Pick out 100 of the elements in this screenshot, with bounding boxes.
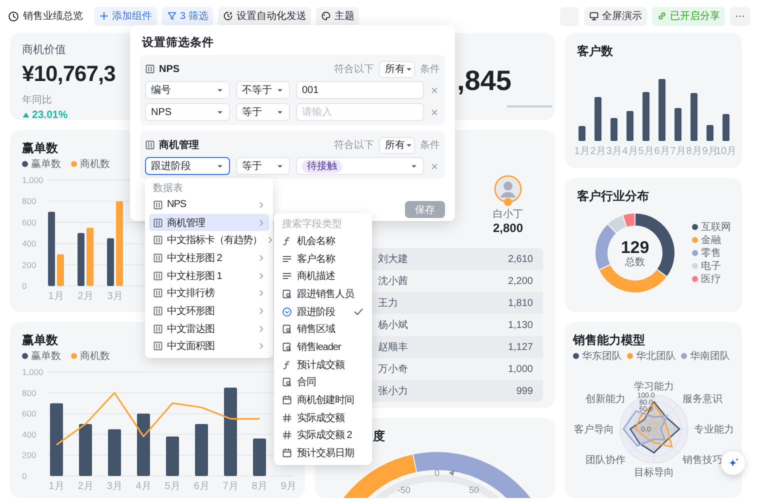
axis-tick-label: 0 [22,471,27,481]
search-field[interactable]: 搜索字段类型 [278,216,368,232]
calendar-icon [282,395,292,406]
name-cell-text: 沈小茜 [378,274,408,288]
bar [690,93,698,141]
value-field[interactable]: 001 [296,81,424,99]
score-cell: 2,200 [508,276,533,286]
menu-item[interactable]: 中文柱形图 2 [149,249,269,267]
name-cell-text: 王力 [378,296,398,310]
table-icon [153,218,163,228]
value-select[interactable]: 待接触 [296,157,424,175]
menu-item[interactable]: NPS [149,196,269,214]
score-cell: 999 [516,386,533,396]
change-value: 23.01% [32,109,68,120]
add-widget-button[interactable]: 添加组件 [94,6,157,26]
score-cell: 1,130 [508,320,533,330]
compare-label: 年同比 [22,95,52,107]
axis-label: 5月 [164,481,180,492]
lookup-field-icon [282,377,292,388]
fullscreen-button[interactable]: 全屏演示 [584,6,647,26]
automation-button[interactable]: 设置自动化发送 [218,6,312,26]
check-icon [353,306,364,318]
menu-item[interactable]: 实际成交额 2 [278,426,368,444]
menu-item[interactable]: 预计成交额 [278,356,368,374]
card-title: 客户数 [577,43,613,59]
menu-item[interactable]: 中文柱形图 1 [149,266,269,284]
bar [166,436,179,476]
text-field-icon [282,254,292,264]
menu-item[interactable]: 销售leader [278,338,368,356]
menu-item[interactable]: 跟进阶段 [278,302,368,320]
menu-item[interactable]: 中文排行榜 [149,284,269,302]
bar [626,111,634,141]
caret-icon [276,86,284,94]
menu-item[interactable]: 销售区域 [278,320,368,338]
match-select[interactable]: 所有 [379,60,415,78]
menu-item[interactable]: 中文环形图 [149,302,269,320]
axis-label: 1月 [48,291,64,302]
axis-tick-label: 1,000 [22,367,44,377]
axis-label: 6月 [194,481,210,492]
field-select[interactable]: NPS [145,103,230,121]
match-label: 条件 [420,139,440,152]
bar [674,108,682,141]
menu-item[interactable]: 实际成交额 [278,408,368,427]
chevron-icon [257,342,265,350]
axis-label: 1月 [574,146,590,157]
menu-item[interactable]: 商机管理 [149,214,269,232]
name-cell-text: 刘大建 [378,252,408,266]
field-select[interactable]: 编号 [145,81,230,99]
chevron-icon [266,236,274,244]
bar [594,97,602,141]
table-name: NPS [159,64,180,74]
theme-button[interactable]: 主题 [316,6,360,26]
axis-tick-label: 600 [22,217,36,228]
match-select[interactable]: 所有 [379,136,415,154]
sparkline [507,105,552,108]
operator-select[interactable]: 不等于 [236,81,290,99]
name-cell-text: 赵顺丰 [378,340,408,354]
operator-select[interactable]: 等于 [236,103,290,121]
menu-item[interactable]: 跟进销售人员 [278,285,368,303]
menu-item[interactable]: 商机创建时间 [278,391,368,409]
metric-value: ¥10,767,3 [22,60,116,88]
menu-item[interactable]: 中文面积图 [149,338,269,356]
axis-label: 4月 [136,481,152,492]
axis-tick-label: 800 [22,388,36,398]
legend-label: 赢单数 [31,158,61,171]
menu-item[interactable]: 机会名称 [278,232,368,250]
table-icon [153,341,163,352]
menu-item[interactable]: 商机描述 [278,267,368,286]
menu-header: 数据表 [152,182,184,196]
filter-button[interactable]: 3 筛选 [162,6,214,26]
chevron-icon [257,289,265,298]
name-cell-text: 张小力 [378,384,408,398]
chevron-icon [257,306,265,315]
menu-item[interactable]: 中文雷达图 [149,320,269,338]
menu-item[interactable]: 客户名称 [278,250,368,268]
value-field[interactable]: 请输入 [296,103,424,121]
axis-label: 2月 [78,481,94,492]
score-cell: 1,127 [508,342,533,352]
bar [610,118,618,141]
bar [108,429,121,476]
menu-item[interactable]: 预计交易日期 [278,444,368,462]
medal-icon [504,198,512,206]
bar [86,228,94,286]
menu-item[interactable]: 合同 [278,374,368,392]
legend-label: 华北团队 [636,350,676,363]
leader-score: 2,800 [492,221,524,235]
operator-select[interactable]: 等于 [236,157,290,175]
sparkle-icon [726,456,740,470]
legend-label: 商机数 [80,350,110,363]
axis-label: 团队协作 [586,454,626,466]
more-button[interactable]: ··· [730,6,750,26]
field-select[interactable]: 跟进阶段 [145,157,230,175]
menu-item[interactable]: 中文指标卡（有趋势） [149,231,269,250]
legend-label: 华南团队 [690,350,730,363]
caret-icon [405,141,413,149]
axis-label: 专业能力 [694,424,734,436]
table-icon [145,140,155,150]
name-cell-text: 杨小斌 [378,318,408,332]
bar [706,125,714,141]
pointer-icon [449,469,455,476]
